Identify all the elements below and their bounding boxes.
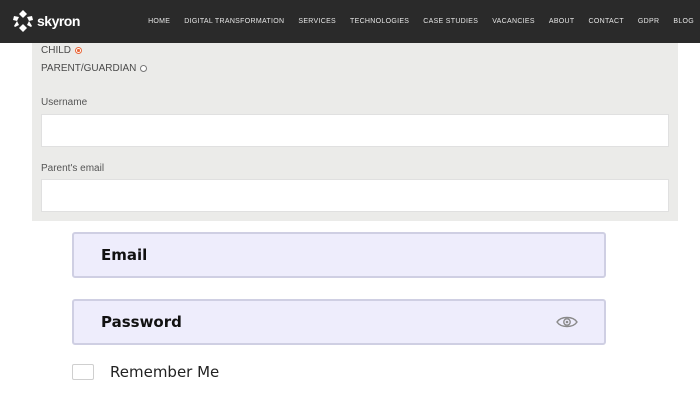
skyron-logo-icon bbox=[13, 10, 33, 32]
nav-about[interactable]: ABOUT bbox=[549, 18, 575, 25]
nav-blog[interactable]: BLOG bbox=[673, 18, 694, 25]
radio-parent-label: PARENT/GUARDIAN bbox=[41, 63, 137, 74]
radio-option-child[interactable]: CHILD bbox=[41, 45, 83, 56]
parent-email-input[interactable] bbox=[41, 179, 669, 212]
nav-technologies[interactable]: TECHNOLOGIES bbox=[350, 18, 409, 25]
radio-option-parent[interactable]: PARENT/GUARDIAN bbox=[41, 63, 148, 74]
eye-icon[interactable] bbox=[556, 315, 578, 329]
username-label: Username bbox=[41, 97, 88, 108]
nav-case-studies[interactable]: CASE STUDIES bbox=[423, 18, 478, 25]
nav-contact[interactable]: CONTACT bbox=[588, 18, 623, 25]
radio-parent-button[interactable] bbox=[140, 65, 148, 72]
nav-services[interactable]: SERVICES bbox=[298, 18, 336, 25]
brand-logo[interactable]: skyron bbox=[12, 9, 80, 33]
username-input[interactable] bbox=[41, 114, 669, 147]
top-navigation-bar: skyron HOME DIGITAL TRANSFORMATION SERVI… bbox=[0, 0, 700, 43]
nav-digital-transformation[interactable]: DIGITAL TRANSFORMATION bbox=[184, 18, 284, 25]
password-placeholder: Password bbox=[101, 313, 182, 331]
parent-email-label: Parent's email bbox=[41, 163, 105, 174]
brand-name: skyron bbox=[37, 13, 80, 29]
password-field[interactable]: Password bbox=[72, 299, 606, 345]
email-placeholder: Email bbox=[101, 246, 148, 264]
email-field[interactable]: Email bbox=[72, 232, 606, 278]
remember-me-row[interactable]: Remember Me bbox=[72, 363, 219, 381]
nav-vacancies[interactable]: VACANCIES bbox=[492, 18, 535, 25]
registration-panel: CHILD PARENT/GUARDIAN Username Parent's … bbox=[32, 43, 678, 221]
remember-me-checkbox[interactable] bbox=[72, 364, 94, 380]
radio-child-label: CHILD bbox=[41, 45, 72, 56]
nav-gdpr[interactable]: GDPR bbox=[638, 18, 659, 25]
radio-child-button[interactable] bbox=[75, 47, 83, 54]
nav-home[interactable]: HOME bbox=[148, 18, 170, 25]
main-nav: HOME DIGITAL TRANSFORMATION SERVICES TEC… bbox=[134, 0, 694, 43]
remember-me-label: Remember Me bbox=[110, 363, 220, 381]
